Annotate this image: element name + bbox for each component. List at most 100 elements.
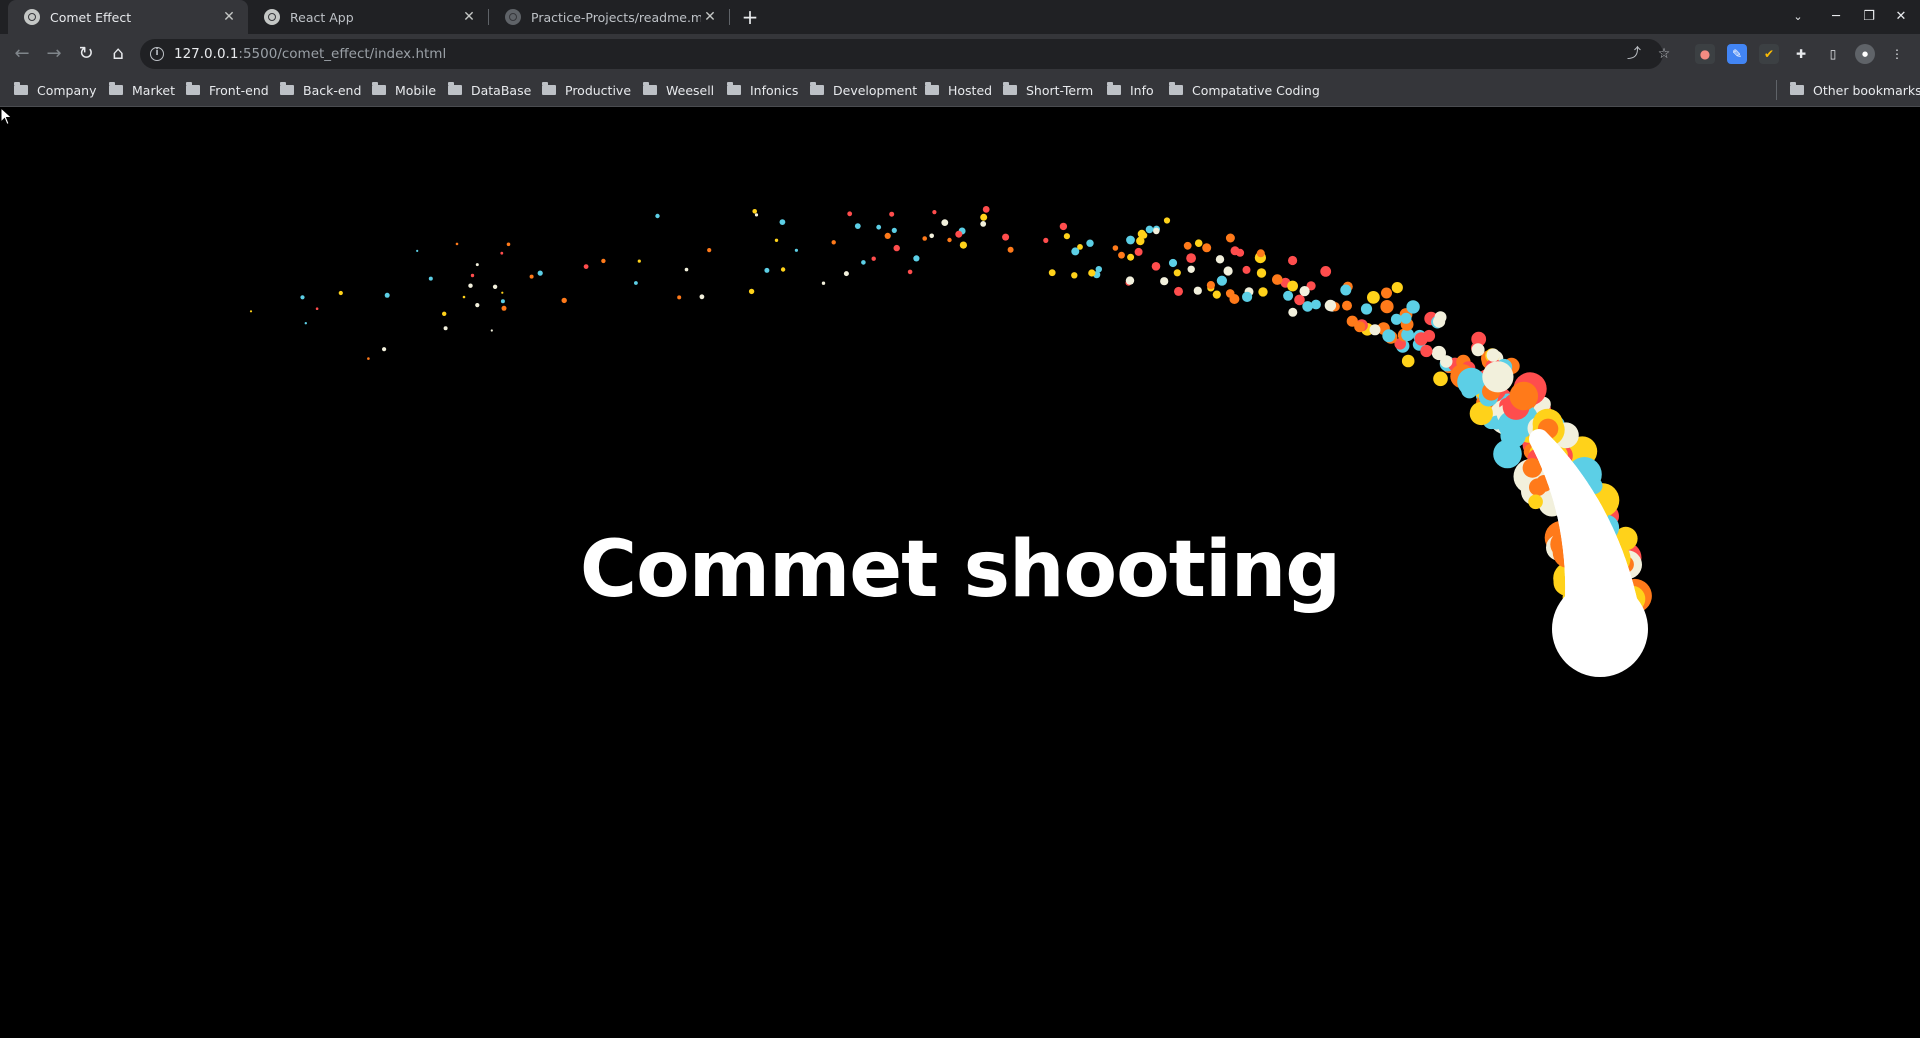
comet-particle <box>1493 439 1522 469</box>
bookmark-label: Hosted <box>948 82 993 98</box>
bookmark-development[interactable]: Development <box>810 74 917 106</box>
comet-particle <box>982 206 990 213</box>
menu-icon[interactable]: ⋮ <box>1887 44 1907 64</box>
comet-particle <box>1183 241 1192 250</box>
comet-particle <box>774 238 779 242</box>
folder-icon <box>727 82 741 95</box>
comet-particle <box>884 232 891 239</box>
comet-particle <box>1433 371 1448 387</box>
comet-particle <box>1212 290 1221 299</box>
home-icon[interactable]: ⌂ <box>104 40 132 68</box>
comet-particle <box>475 263 479 267</box>
close-icon[interactable]: ✕ <box>220 9 238 25</box>
comet-particle <box>1007 246 1014 253</box>
bookmark-database[interactable]: DataBase <box>448 74 531 106</box>
folder-icon <box>109 82 123 95</box>
extension-blue-icon[interactable]: ✎ <box>1727 44 1747 64</box>
extensions-puzzle-icon[interactable]: ✚ <box>1791 44 1811 64</box>
extension-red-icon[interactable]: ● <box>1695 44 1715 64</box>
comet-particle <box>1088 269 1096 277</box>
tab-practice-projects[interactable]: Practice-Projects/readme.md a ✕ <box>489 0 729 34</box>
bookmark-label: Development <box>833 82 918 98</box>
comet-particle <box>913 255 920 262</box>
comet-particle <box>1230 246 1240 256</box>
comet-particle <box>1229 294 1240 304</box>
bookmark-front-end[interactable]: Front-end <box>186 74 269 106</box>
comet-particle <box>1134 247 1143 256</box>
tab-search-icon[interactable]: ⌄ <box>1782 0 1814 34</box>
comet-particle <box>416 249 419 252</box>
comet-particle <box>367 357 370 360</box>
comet-particle <box>1187 265 1195 273</box>
comet-particle <box>1043 237 1049 243</box>
forward-icon[interactable]: → <box>40 40 68 68</box>
reload-icon[interactable]: ↻ <box>72 40 100 68</box>
bookmark-weesell[interactable]: Weesell <box>643 74 714 106</box>
folder-icon <box>448 82 462 95</box>
comet-particle <box>475 303 480 308</box>
address-bar[interactable]: i 127.0.0.1:5500/comet_effect/index.html… <box>140 39 1670 69</box>
star-icon[interactable]: ☆ <box>1655 45 1673 63</box>
comet-particle <box>1287 280 1298 292</box>
tab-comet-effect[interactable]: Comet Effect ✕ <box>8 0 248 34</box>
comet-particle <box>490 329 493 332</box>
profile-avatar-icon[interactable]: ● <box>1855 44 1875 64</box>
tab-react-app[interactable]: React App ✕ <box>248 0 488 34</box>
comet-particle <box>821 281 826 285</box>
back-icon[interactable]: ← <box>8 40 36 68</box>
comet-particle <box>1354 321 1366 333</box>
comet-particle <box>1174 286 1183 296</box>
bookmark-label: Compatative Coding <box>1192 82 1320 98</box>
side-panel-icon[interactable]: ▯ <box>1823 44 1843 64</box>
comet-particle <box>1342 300 1352 311</box>
comet-particle <box>443 326 448 331</box>
bookmark-company[interactable]: Company <box>14 74 96 106</box>
extension-yellow-icon[interactable]: ✔ <box>1759 44 1779 64</box>
comet-particle <box>699 294 705 300</box>
comet-particle <box>1086 239 1094 247</box>
bookmark-label: DataBase <box>471 82 532 98</box>
comet-particle <box>854 223 861 229</box>
folder-icon <box>810 82 824 95</box>
other-bookmarks[interactable]: Other bookmarks <box>1790 74 1920 106</box>
close-icon[interactable]: ✕ <box>460 9 478 25</box>
restore-icon[interactable]: ❐ <box>1853 0 1885 34</box>
bookmark-mobile[interactable]: Mobile <box>372 74 436 106</box>
bookmark-hosted[interactable]: Hosted <box>925 74 992 106</box>
comet-particle <box>1242 265 1251 274</box>
page-viewport[interactable]: Commet shooting <box>0 107 1920 1038</box>
tab-title: React App <box>290 9 354 25</box>
comet-particle <box>561 297 567 304</box>
bookmark-info[interactable]: Info <box>1107 74 1154 106</box>
comet-particle <box>1242 291 1253 302</box>
close-window-icon[interactable]: ✕ <box>1885 0 1917 34</box>
share-icon[interactable]: ⤴ <box>1625 45 1643 63</box>
comet-particle <box>1136 236 1145 246</box>
folder-icon <box>280 82 294 95</box>
comet-particle <box>780 267 786 272</box>
comet-particle <box>1482 361 1514 393</box>
bookmark-short-term[interactable]: Short-Term <box>1003 74 1093 106</box>
comet-particle <box>843 271 849 277</box>
new-tab-button[interactable]: + <box>737 4 763 30</box>
bookmark-market[interactable]: Market <box>109 74 175 106</box>
comet-particle <box>1225 233 1235 243</box>
comet-particle <box>1206 281 1215 290</box>
comet-particle <box>315 307 319 310</box>
tab-title: Comet Effect <box>50 9 132 25</box>
comet-particle <box>583 264 589 269</box>
comet-particle <box>922 236 927 241</box>
comet-particle <box>655 213 660 219</box>
comet-particle <box>249 310 253 313</box>
bookmark-infonics[interactable]: Infonics <box>727 74 798 106</box>
bookmark-productive[interactable]: Productive <box>542 74 631 106</box>
comet-particle <box>637 259 641 263</box>
comet-particle <box>1461 382 1478 399</box>
url-text[interactable]: 127.0.0.1:5500/comet_effect/index.html <box>174 46 446 62</box>
folder-icon <box>1169 82 1183 95</box>
close-icon[interactable]: ✕ <box>701 9 719 25</box>
bookmark-compatative-coding[interactable]: Compatative Coding <box>1169 74 1320 106</box>
site-info-icon[interactable]: i <box>150 47 164 61</box>
bookmark-back-end[interactable]: Back-end <box>280 74 361 106</box>
minimize-icon[interactable]: ─ <box>1820 0 1852 34</box>
